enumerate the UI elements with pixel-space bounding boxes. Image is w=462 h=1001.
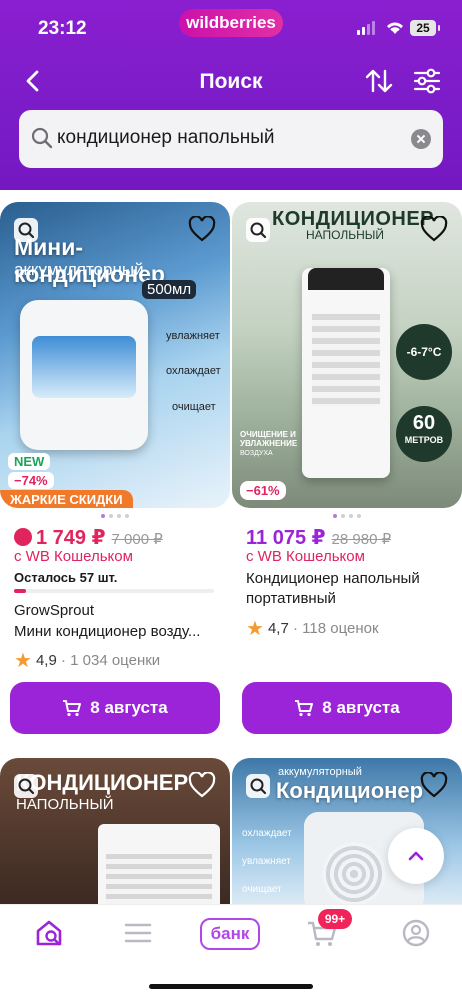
clear-icon[interactable] bbox=[411, 129, 431, 149]
product-image[interactable]: КОНДИЦИОНЕР НАПОЛЬНЫЙ -6-7°C 60 МЕТРОВ О… bbox=[232, 202, 462, 508]
search-query[interactable]: кондиционер напольный bbox=[57, 127, 275, 149]
new-badge: NEW bbox=[8, 453, 51, 470]
clock: 23:12 bbox=[38, 18, 87, 39]
search-icon bbox=[31, 127, 53, 149]
old-price: 28 980 ₽ bbox=[331, 531, 392, 548]
old-price: 7 000 ₽ bbox=[111, 531, 163, 548]
similar-search-icon[interactable] bbox=[244, 772, 272, 800]
discount-badge: −74% bbox=[8, 472, 54, 489]
search-input[interactable]: кондиционер напольный bbox=[19, 110, 443, 168]
temp-badge: -6-7°C bbox=[396, 324, 452, 380]
sale-icon bbox=[14, 528, 32, 546]
image-pager bbox=[232, 514, 462, 518]
similar-search-icon[interactable] bbox=[244, 216, 272, 244]
product-name: Мини кондиционер возду... bbox=[14, 623, 201, 640]
chevron-up-icon bbox=[408, 851, 424, 861]
image-tag: увлажняет bbox=[242, 856, 291, 867]
cart-icon bbox=[295, 700, 314, 717]
image-tag: охлаждает bbox=[166, 365, 221, 377]
image-tag: очищает bbox=[172, 401, 216, 413]
scroll-to-top-button[interactable] bbox=[388, 828, 444, 884]
add-to-cart-button[interactable]: 8 августа bbox=[242, 682, 452, 734]
price: 1 749 ₽7 000 ₽ bbox=[14, 525, 163, 550]
rating: ★ 4,9 · 1 034 оценки bbox=[14, 650, 161, 672]
stock-bar bbox=[14, 589, 214, 593]
image-title: Кондиционер bbox=[276, 778, 424, 803]
wildberries-logo: wildberries bbox=[179, 9, 283, 37]
heart-icon[interactable] bbox=[188, 772, 216, 798]
brand-name: GrowSprout bbox=[14, 602, 95, 619]
home-indicator bbox=[149, 984, 313, 989]
price: 11 075 ₽28 980 ₽ bbox=[246, 527, 392, 549]
add-to-cart-button[interactable]: 8 августа bbox=[10, 682, 220, 734]
heart-icon[interactable] bbox=[420, 772, 448, 798]
product-name-line2: портативный bbox=[246, 590, 336, 607]
header: 23:12 wildberries 25 Поиск кондиционер н… bbox=[0, 0, 462, 190]
product-image[interactable]: КОНДИЦИОНЕР НАПОЛЬНЫЙ bbox=[0, 758, 230, 904]
area-badge: 60 МЕТРОВ bbox=[396, 406, 452, 462]
status-bar: 23:12 wildberries 25 bbox=[0, 0, 462, 60]
battery-indicator: 25 bbox=[410, 20, 440, 36]
rating: ★ 4,7 · 118 оценок bbox=[246, 618, 379, 640]
image-tag: ОЧИЩЕНИЕ И УВЛАЖНЕНИЕ bbox=[240, 430, 298, 448]
discount-badge: −61% bbox=[240, 481, 286, 500]
image-tag: увлажняет bbox=[166, 330, 220, 342]
product-photo bbox=[302, 268, 390, 478]
image-tag: очищает bbox=[242, 884, 282, 895]
tab-bank[interactable]: банк bbox=[200, 918, 260, 950]
stock-text: Осталось 57 шт. bbox=[14, 570, 118, 585]
wallet-label: с WB Кошельком bbox=[246, 548, 365, 565]
image-subtitle: аккумуляторный bbox=[278, 766, 362, 778]
nav-bar: Поиск bbox=[0, 60, 462, 104]
wallet-label: с WB Кошельком bbox=[14, 548, 133, 565]
promo-badge: ЖАРКИЕ СКИДКИ bbox=[0, 490, 133, 508]
heart-icon[interactable] bbox=[420, 216, 448, 242]
catalog-menu-icon[interactable] bbox=[118, 917, 158, 949]
wifi-icon bbox=[387, 22, 403, 34]
signal-icon bbox=[357, 21, 375, 35]
image-tag: ВОЗДУХА bbox=[240, 450, 273, 457]
profile-icon[interactable] bbox=[396, 917, 436, 949]
similar-search-icon[interactable] bbox=[12, 772, 40, 800]
product-photo bbox=[98, 824, 220, 904]
star-icon: ★ bbox=[14, 650, 32, 672]
image-subtitle: НАПОЛЬНЫЙ bbox=[306, 228, 385, 242]
image-title: КОНДИЦИОНЕР bbox=[16, 770, 189, 795]
home-search-icon[interactable] bbox=[30, 917, 70, 949]
heart-icon[interactable] bbox=[188, 216, 216, 242]
similar-search-icon[interactable] bbox=[12, 216, 40, 244]
image-tag: охлаждает bbox=[242, 828, 292, 839]
star-icon: ★ bbox=[246, 618, 264, 640]
product-photo bbox=[20, 300, 148, 450]
cart-count-badge: 99+ bbox=[318, 909, 352, 929]
image-pager bbox=[0, 514, 230, 518]
sliders-icon[interactable] bbox=[412, 66, 442, 96]
sort-arrows-icon[interactable] bbox=[364, 66, 394, 96]
image-subtitle: аккумуляторный bbox=[14, 260, 144, 279]
product-image[interactable]: Мини-кондиционер аккумуляторный 500мл ув… bbox=[0, 202, 230, 508]
cart-icon bbox=[63, 700, 82, 717]
image-tag: 500мл bbox=[142, 280, 197, 299]
product-name: Кондиционер напольный bbox=[246, 570, 420, 587]
